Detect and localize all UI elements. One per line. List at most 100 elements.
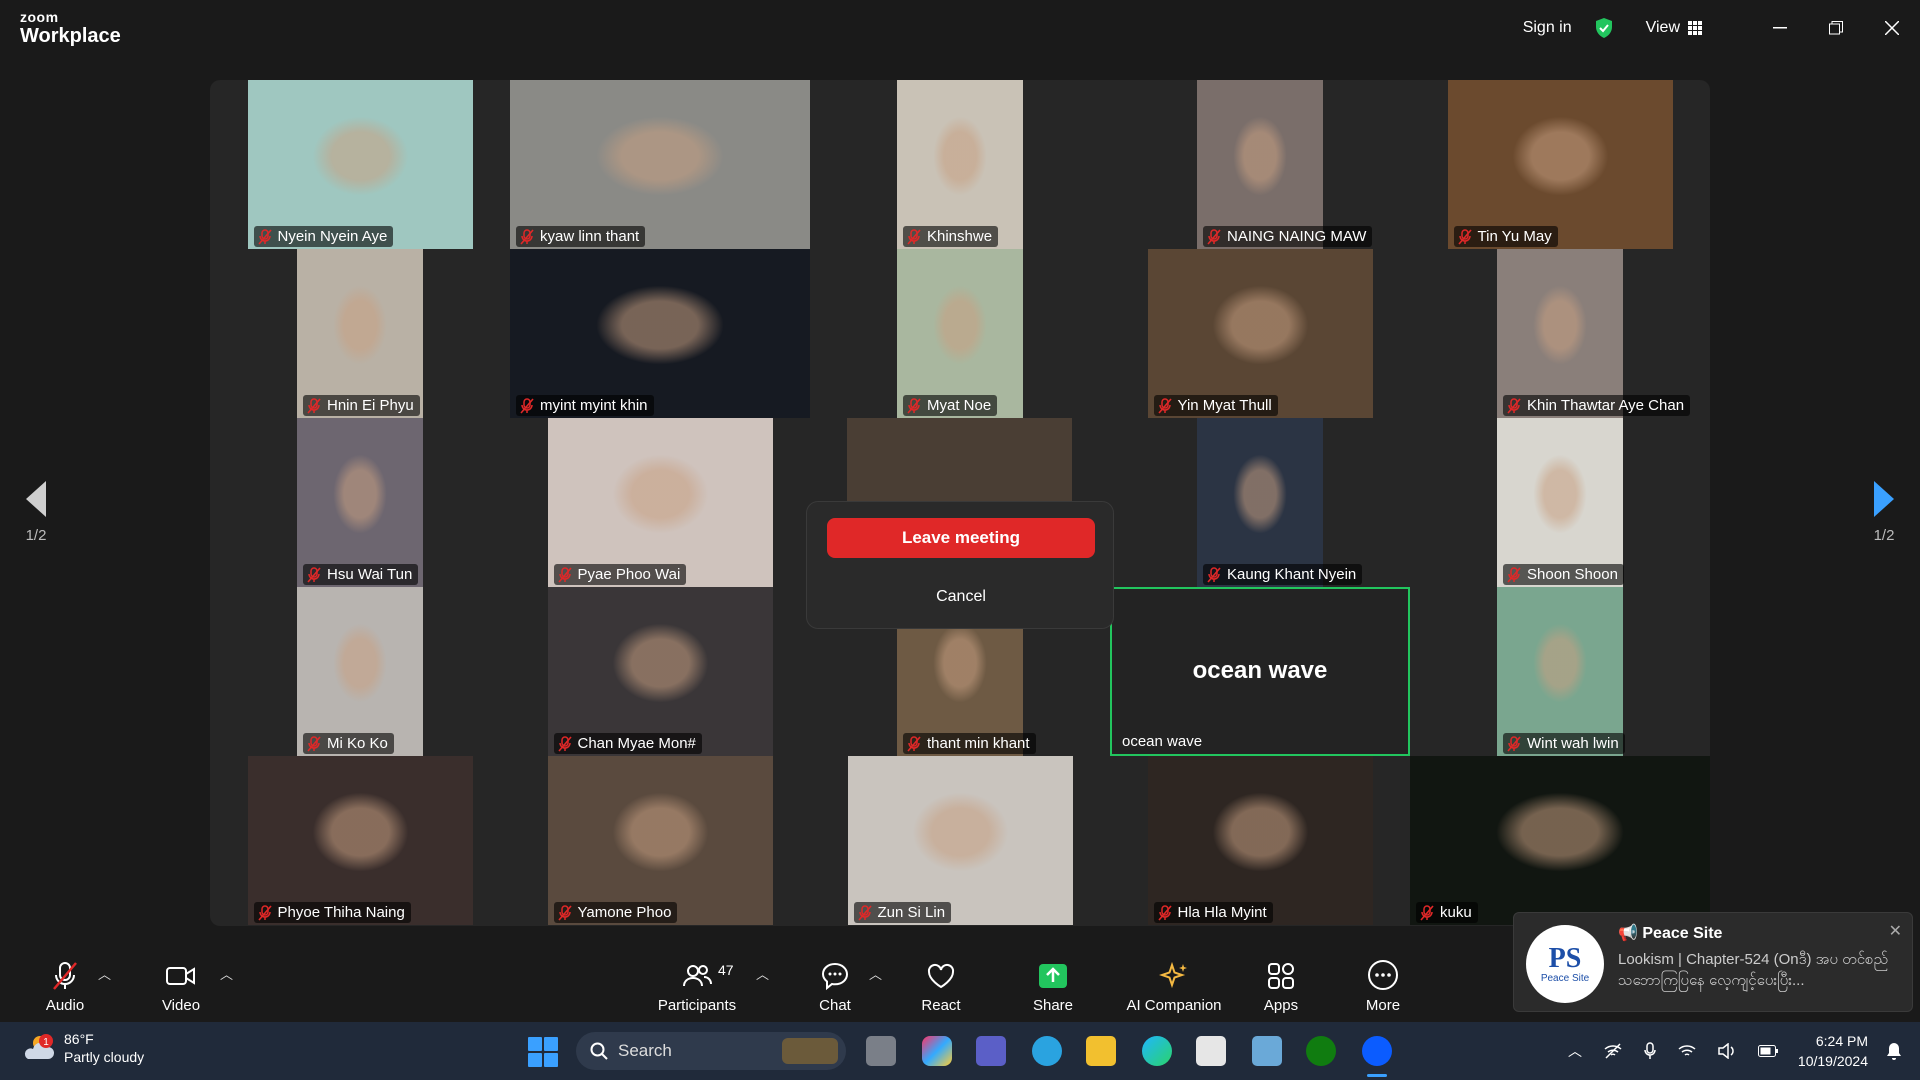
participant-tile[interactable]: Pyae Phoo Wai (510, 418, 810, 587)
network-off-icon[interactable] (1604, 1043, 1622, 1059)
participant-tile[interactable]: myint myint khin (510, 249, 810, 418)
participant-tile[interactable]: Hla Hla Myint (1110, 756, 1410, 925)
video-options-caret[interactable]: ︿ (220, 964, 233, 983)
restore-button[interactable] (1808, 0, 1864, 56)
weather-widget[interactable]: 1 86°F Partly cloudy (22, 1030, 144, 1066)
participant-video (547, 756, 773, 925)
audio-options-caret[interactable]: ︿ (98, 964, 111, 983)
participant-tile[interactable]: Phyoe Thiha Naing (210, 756, 510, 925)
microphone-icon[interactable] (1644, 1042, 1656, 1060)
participant-tile[interactable]: Myat Noe (810, 249, 1110, 418)
participants-options-caret[interactable]: ︿ (756, 964, 769, 983)
active-app-indicator (1367, 1074, 1387, 1077)
participants-count: 47 (718, 962, 734, 978)
edge-icon[interactable] (1142, 1036, 1172, 1066)
temperature: 86°F (64, 1031, 94, 1047)
participant-name: myint myint khin (516, 395, 654, 416)
participant-tile-active-speaker[interactable]: ocean wave ocean wave (1110, 587, 1410, 756)
participant-name: Shoon Shoon (1503, 564, 1624, 585)
right-arrow-icon (1874, 481, 1894, 517)
participant-tile[interactable]: Yamone Phoo (510, 756, 810, 925)
chat-options-caret[interactable]: ︿ (869, 964, 882, 983)
ai-companion-button[interactable]: AI Companion (1124, 944, 1224, 1022)
microsoft-store-icon[interactable] (1196, 1036, 1226, 1066)
participant-name: Zun Si Lin (853, 902, 952, 923)
participants-button[interactable]: Participants (656, 944, 738, 1022)
task-view-icon[interactable] (866, 1036, 896, 1066)
copilot-icon[interactable] (922, 1036, 952, 1066)
weather-condition: Partly cloudy (64, 1049, 145, 1065)
participant-tile[interactable]: Khin Thawtar Aye Chan (1410, 249, 1710, 418)
participant-tile[interactable]: kuku (1410, 756, 1710, 925)
close-button[interactable] (1864, 0, 1920, 56)
telegram-icon[interactable] (1032, 1036, 1062, 1066)
toast-close-button[interactable]: ✕ (1889, 921, 1902, 941)
video-button[interactable]: Video (156, 944, 206, 1022)
taskbar-search[interactable]: Search (576, 1032, 846, 1070)
participant-name: Kaung Khant Nyein (1203, 564, 1363, 585)
participant-tile[interactable]: Khinshwe (810, 80, 1110, 249)
clock-date: 10/19/2024 (1797, 1053, 1868, 1069)
chat-button[interactable]: Chat (810, 944, 860, 1022)
zoom-logo: zoom Workplace (20, 10, 121, 46)
apps-label: Apps (1263, 997, 1299, 1014)
leave-meeting-button[interactable]: Leave meeting (827, 518, 1095, 558)
xbox-icon[interactable] (1306, 1036, 1336, 1066)
view-button[interactable]: View (1646, 19, 1702, 37)
participant-video (897, 249, 1023, 418)
title-bar: zoom Workplace Sign in View (0, 0, 1920, 56)
next-page-button[interactable]: 1/2 (1864, 481, 1904, 544)
participant-video (297, 418, 423, 587)
react-button[interactable]: React (916, 944, 966, 1022)
chevron-up-icon[interactable]: ︿ (1568, 1041, 1582, 1061)
participant-video (1197, 80, 1323, 249)
video-stage: 1/2 1/2 Nyein Nyein Aye kyaw linn thant Kh… (0, 56, 1920, 944)
more-button[interactable]: More (1358, 944, 1408, 1022)
windows-start-button[interactable] (528, 1037, 558, 1067)
photos-icon[interactable] (1252, 1036, 1282, 1066)
zoom-taskbar-icon[interactable] (1362, 1036, 1392, 1066)
participant-tile[interactable]: Zun Si Lin (810, 756, 1110, 925)
minimize-button[interactable] (1752, 0, 1808, 56)
participant-name: NAING NAING MAW (1203, 226, 1373, 247)
page-indicator-left: 1/2 (25, 527, 47, 544)
shield-check-icon[interactable] (1592, 16, 1616, 40)
battery-icon[interactable] (1758, 1045, 1778, 1057)
apps-button[interactable]: Apps (1256, 944, 1306, 1022)
participant-tile[interactable]: Tin Yu May (1410, 80, 1710, 249)
participant-name: Phyoe Thiha Naing (253, 902, 411, 923)
prev-page-button[interactable]: 1/2 (16, 481, 56, 544)
participant-name: Nyein Nyein Aye (253, 226, 394, 247)
wifi-icon[interactable] (1678, 1044, 1696, 1058)
system-clock[interactable]: 6:24 PM 10/19/2024 (1798, 1031, 1868, 1071)
audio-button[interactable]: Audio (40, 944, 90, 1022)
participant-tile[interactable]: Shoon Shoon (1410, 418, 1710, 587)
participant-name: Tin Yu May (1453, 226, 1558, 247)
participant-name: Hsu Wai Tun (303, 564, 419, 585)
participant-tile[interactable]: Chan Myae Mon# (510, 587, 810, 756)
notification-toast[interactable]: PS Peace Site 📢 Peace Site Lookism | Cha… (1513, 912, 1913, 1012)
teams-icon[interactable] (976, 1036, 1006, 1066)
participant-tile[interactable]: Kaung Khant Nyein (1110, 418, 1410, 587)
mic-muted-icon (53, 962, 77, 990)
participant-tile[interactable]: NAING NAING MAW (1110, 80, 1410, 249)
participant-tile[interactable]: Yin Myat Thull (1110, 249, 1410, 418)
participant-tile[interactable]: Nyein Nyein Aye (210, 80, 510, 249)
participant-video (1497, 418, 1623, 587)
cancel-button[interactable]: Cancel (827, 582, 1095, 612)
volume-icon[interactable] (1718, 1043, 1736, 1059)
close-icon (1885, 21, 1899, 35)
participant-video (847, 756, 1073, 925)
participant-tile[interactable]: kyaw linn thant (510, 80, 810, 249)
participant-tile[interactable]: Hsu Wai Tun (210, 418, 510, 587)
sign-in-button[interactable]: Sign in (1523, 19, 1572, 37)
participants-label: Participants (657, 997, 737, 1014)
file-explorer-icon[interactable] (1086, 1036, 1116, 1066)
participant-name: Yin Myat Thull (1153, 395, 1278, 416)
participant-tile[interactable]: Wint wah lwin (1410, 587, 1710, 756)
participant-name: kyaw linn thant (516, 226, 646, 247)
share-button[interactable]: Share (1028, 944, 1078, 1022)
participant-tile[interactable]: Mi Ko Ko (210, 587, 510, 756)
participant-tile[interactable]: Hnin Ei Phyu (210, 249, 510, 418)
notification-bell-icon[interactable] (1886, 1042, 1902, 1060)
